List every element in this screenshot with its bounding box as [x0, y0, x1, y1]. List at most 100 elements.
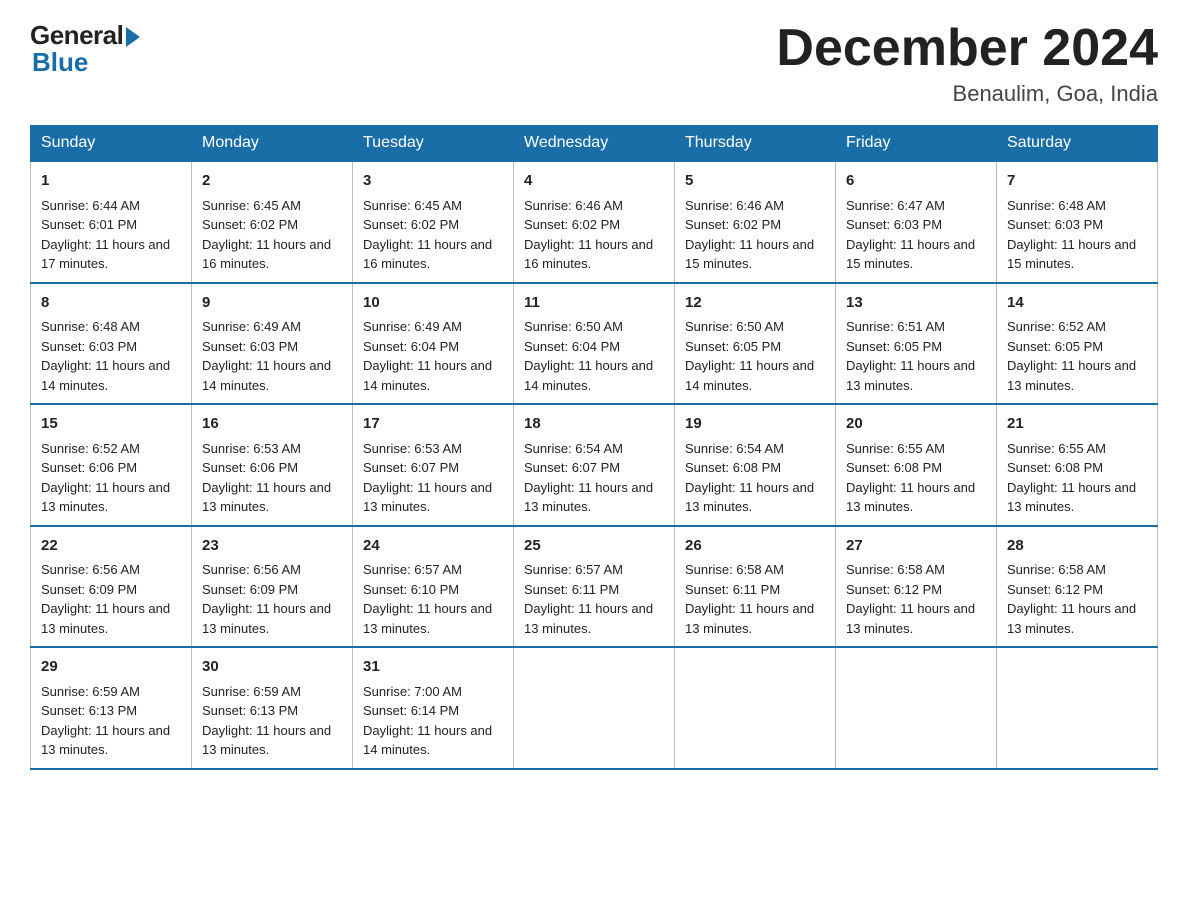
- day-number: 30: [202, 656, 342, 679]
- sunset-label: Sunset: 6:06 PM: [41, 460, 137, 475]
- daylight-label: Daylight: 11 hours and 13 minutes.: [363, 480, 492, 515]
- sunset-label: Sunset: 6:13 PM: [202, 703, 298, 718]
- header-sunday: Sunday: [31, 126, 192, 162]
- daylight-label: Daylight: 11 hours and 17 minutes.: [41, 237, 170, 272]
- sunrise-label: Sunrise: 6:47 AM: [846, 198, 945, 213]
- sunrise-label: Sunrise: 6:55 AM: [1007, 441, 1106, 456]
- sunrise-label: Sunrise: 6:45 AM: [363, 198, 462, 213]
- calendar-cell: 11Sunrise: 6:50 AMSunset: 6:04 PMDayligh…: [514, 283, 675, 405]
- day-number: 8: [41, 292, 181, 315]
- day-number: 25: [524, 535, 664, 558]
- sunrise-label: Sunrise: 6:57 AM: [524, 562, 623, 577]
- daylight-label: Daylight: 11 hours and 13 minutes.: [41, 601, 170, 636]
- daylight-label: Daylight: 11 hours and 13 minutes.: [846, 358, 975, 393]
- calendar-week-4: 22Sunrise: 6:56 AMSunset: 6:09 PMDayligh…: [31, 526, 1158, 648]
- calendar-cell: 23Sunrise: 6:56 AMSunset: 6:09 PMDayligh…: [192, 526, 353, 648]
- day-number: 20: [846, 413, 986, 436]
- daylight-label: Daylight: 11 hours and 14 minutes.: [685, 358, 814, 393]
- logo: General Blue: [30, 20, 140, 78]
- daylight-label: Daylight: 11 hours and 15 minutes.: [1007, 237, 1136, 272]
- header-tuesday: Tuesday: [353, 126, 514, 162]
- day-number: 1: [41, 170, 181, 193]
- day-number: 17: [363, 413, 503, 436]
- sunset-label: Sunset: 6:08 PM: [846, 460, 942, 475]
- sunrise-label: Sunrise: 6:50 AM: [685, 319, 784, 334]
- daylight-label: Daylight: 11 hours and 13 minutes.: [363, 601, 492, 636]
- day-number: 13: [846, 292, 986, 315]
- daylight-label: Daylight: 11 hours and 13 minutes.: [41, 723, 170, 758]
- calendar-cell: 17Sunrise: 6:53 AMSunset: 6:07 PMDayligh…: [353, 404, 514, 526]
- day-number: 24: [363, 535, 503, 558]
- logo-arrow-icon: [126, 27, 140, 47]
- sunrise-label: Sunrise: 6:54 AM: [685, 441, 784, 456]
- calendar-cell: 26Sunrise: 6:58 AMSunset: 6:11 PMDayligh…: [675, 526, 836, 648]
- sunset-label: Sunset: 6:07 PM: [363, 460, 459, 475]
- sunrise-label: Sunrise: 6:58 AM: [846, 562, 945, 577]
- header-wednesday: Wednesday: [514, 126, 675, 162]
- sunrise-label: Sunrise: 6:58 AM: [685, 562, 784, 577]
- logo-blue-text: Blue: [32, 47, 88, 78]
- calendar-cell: 3Sunrise: 6:45 AMSunset: 6:02 PMDaylight…: [353, 161, 514, 283]
- calendar-cell: 8Sunrise: 6:48 AMSunset: 6:03 PMDaylight…: [31, 283, 192, 405]
- day-number: 14: [1007, 292, 1147, 315]
- sunrise-label: Sunrise: 6:48 AM: [1007, 198, 1106, 213]
- sunrise-label: Sunrise: 6:59 AM: [41, 684, 140, 699]
- daylight-label: Daylight: 11 hours and 15 minutes.: [846, 237, 975, 272]
- calendar-cell: [675, 647, 836, 769]
- sunset-label: Sunset: 6:03 PM: [202, 339, 298, 354]
- day-number: 10: [363, 292, 503, 315]
- calendar-cell: 16Sunrise: 6:53 AMSunset: 6:06 PMDayligh…: [192, 404, 353, 526]
- daylight-label: Daylight: 11 hours and 14 minutes.: [363, 358, 492, 393]
- calendar-cell: 15Sunrise: 6:52 AMSunset: 6:06 PMDayligh…: [31, 404, 192, 526]
- sunset-label: Sunset: 6:03 PM: [1007, 217, 1103, 232]
- sunset-label: Sunset: 6:04 PM: [363, 339, 459, 354]
- sunset-label: Sunset: 6:09 PM: [202, 582, 298, 597]
- calendar-week-2: 8 Sunrise: 6:48 AM Sunset: 6:03 PM Daylight…: [31, 283, 1158, 405]
- day-number: 6: [846, 170, 986, 193]
- sunrise-label: Sunrise: 6:51 AM: [846, 319, 945, 334]
- day-number: 7: [1007, 170, 1147, 193]
- calendar-cell: 31Sunrise: 7:00 AMSunset: 6:14 PMDayligh…: [353, 647, 514, 769]
- daylight-label: Daylight: 11 hours and 16 minutes.: [363, 237, 492, 272]
- sunset-label: Sunset: 6:07 PM: [524, 460, 620, 475]
- daylight-label: Daylight: 11 hours and 14 minutes.: [41, 358, 170, 393]
- sunrise-label: Sunrise: 6:53 AM: [202, 441, 301, 456]
- daylight-label: Daylight: 11 hours and 13 minutes.: [685, 601, 814, 636]
- day-number: 19: [685, 413, 825, 436]
- daylight-label: Daylight: 11 hours and 13 minutes.: [41, 480, 170, 515]
- daylight-label: Daylight: 11 hours and 14 minutes.: [363, 723, 492, 758]
- calendar-cell: 19 Sunrise: 6:54 AM Sunset: 6:08 PM Dayligh…: [675, 404, 836, 526]
- calendar-cell: 6 Sunrise: 6:47 AM Sunset: 6:03 PM Daylight…: [836, 161, 997, 283]
- sunset-label: Sunset: 6:08 PM: [685, 460, 781, 475]
- daylight-label: Daylight: 11 hours and 13 minutes.: [1007, 480, 1136, 515]
- day-number: 26: [685, 535, 825, 558]
- sunrise-label: Sunrise: 6:58 AM: [1007, 562, 1106, 577]
- sunrise-label: Sunrise: 7:00 AM: [363, 684, 462, 699]
- calendar-cell: 5Sunrise: 6:46 AMSunset: 6:02 PMDaylight…: [675, 161, 836, 283]
- sunrise-label: Sunrise: 6:50 AM: [524, 319, 623, 334]
- sunset-label: Sunset: 6:12 PM: [1007, 582, 1103, 597]
- calendar-cell: 20 Sunrise: 6:55 AM Sunset: 6:08 PM Dayligh…: [836, 404, 997, 526]
- sunrise-label: Sunrise: 6:55 AM: [846, 441, 945, 456]
- day-number: 28: [1007, 535, 1147, 558]
- sunset-label: Sunset: 6:05 PM: [846, 339, 942, 354]
- page-header: General Blue December 2024 Benaulim, Goa…: [30, 20, 1158, 107]
- calendar-cell: 10Sunrise: 6:49 AMSunset: 6:04 PMDayligh…: [353, 283, 514, 405]
- day-number: 16: [202, 413, 342, 436]
- daylight-label: Daylight: 11 hours and 16 minutes.: [202, 237, 331, 272]
- sunrise-label: Sunrise: 6:44 AM: [41, 198, 140, 213]
- daylight-label: Daylight: 11 hours and 13 minutes.: [524, 480, 653, 515]
- calendar-week-5: 29Sunrise: 6:59 AMSunset: 6:13 PMDayligh…: [31, 647, 1158, 769]
- calendar-cell: 13 Sunrise: 6:51 AM Sunset: 6:05 PM Dayligh…: [836, 283, 997, 405]
- sunrise-label: Sunrise: 6:56 AM: [41, 562, 140, 577]
- sunrise-label: Sunrise: 6:48 AM: [41, 319, 140, 334]
- calendar-cell: 4Sunrise: 6:46 AMSunset: 6:02 PMDaylight…: [514, 161, 675, 283]
- daylight-label: Daylight: 11 hours and 13 minutes.: [685, 480, 814, 515]
- sunrise-label: Sunrise: 6:52 AM: [41, 441, 140, 456]
- sunset-label: Sunset: 6:03 PM: [846, 217, 942, 232]
- calendar-cell: 24Sunrise: 6:57 AMSunset: 6:10 PMDayligh…: [353, 526, 514, 648]
- sunrise-label: Sunrise: 6:56 AM: [202, 562, 301, 577]
- sunrise-label: Sunrise: 6:46 AM: [685, 198, 784, 213]
- sunrise-label: Sunrise: 6:46 AM: [524, 198, 623, 213]
- daylight-label: Daylight: 11 hours and 13 minutes.: [846, 480, 975, 515]
